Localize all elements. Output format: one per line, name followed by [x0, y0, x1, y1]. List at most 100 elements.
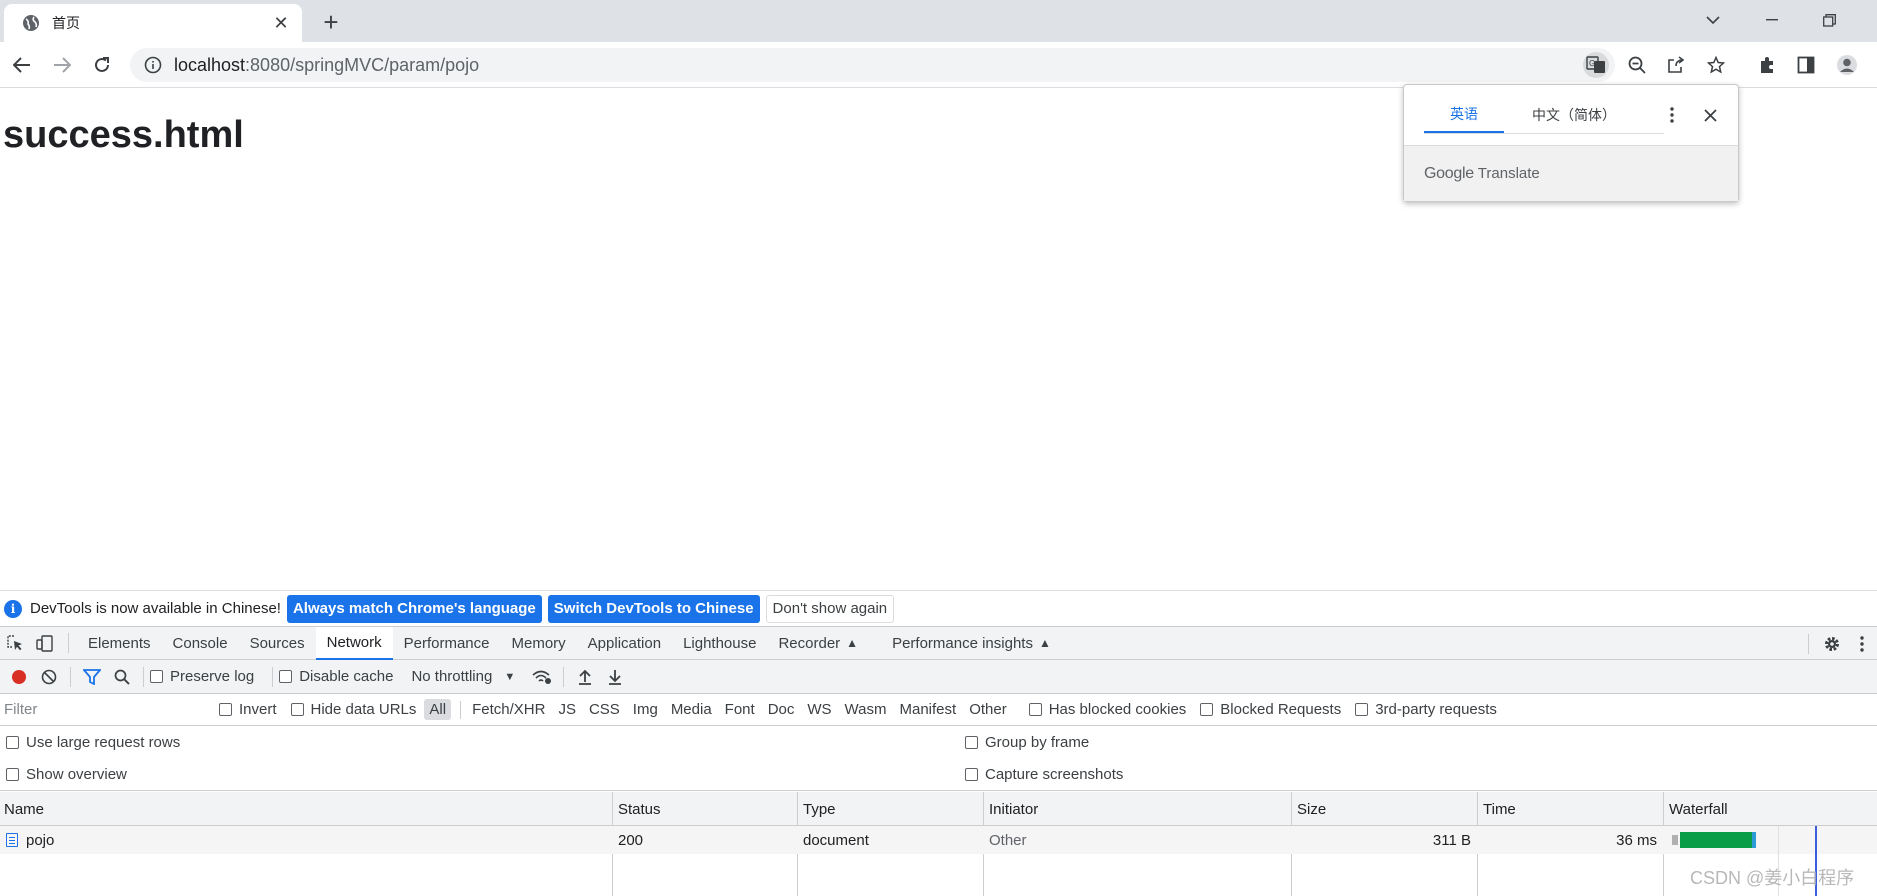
tab-network[interactable]: Network: [315, 626, 393, 660]
has-blocked-cookies-checkbox[interactable]: Has blocked cookies: [1028, 701, 1186, 718]
checkbox-box[interactable]: [6, 768, 19, 781]
preserve-log-checkbox[interactable]: Preserve log: [150, 668, 254, 685]
minimize-icon[interactable]: [1757, 6, 1787, 34]
row-size-cell: 311 B: [1432, 831, 1471, 849]
more-vertical-icon[interactable]: [1660, 103, 1684, 127]
tab-close-icon[interactable]: ✕: [272, 13, 290, 33]
tab-application[interactable]: Application: [577, 627, 672, 660]
toolbar-separator: [1808, 633, 1809, 654]
back-icon[interactable]: [8, 51, 36, 79]
checkbox-box[interactable]: [1200, 703, 1214, 716]
reload-icon[interactable]: [88, 51, 116, 79]
browser-tab-strip: 首页 ✕ +: [0, 0, 1877, 42]
type-filter-js[interactable]: JS: [553, 699, 581, 720]
bookmark-star-icon[interactable]: [1703, 52, 1729, 78]
restore-icon[interactable]: [1814, 6, 1844, 34]
type-filter-other[interactable]: Other: [964, 699, 1012, 720]
dont-show-again-button[interactable]: Don't show again: [765, 594, 895, 623]
tab-recorder[interactable]: Recorder ▲: [767, 627, 869, 660]
share-icon[interactable]: [1663, 52, 1689, 78]
import-har-icon[interactable]: [570, 662, 600, 692]
tab-lighthouse[interactable]: Lighthouse: [672, 627, 767, 660]
side-panel-icon[interactable]: [1792, 51, 1820, 79]
table-row[interactable]: pojo 200 document Other 311 B 36 ms: [0, 826, 1877, 854]
hide-data-urls-checkbox[interactable]: Hide data URLs: [290, 701, 416, 718]
waterfall-queue-bar: [1672, 835, 1678, 845]
checkbox-box[interactable]: [1028, 703, 1042, 716]
capture-screenshots-checkbox[interactable]: Capture screenshots: [965, 766, 1123, 783]
tab-console[interactable]: Console: [162, 627, 239, 660]
type-filter-all[interactable]: All: [424, 699, 452, 720]
profile-avatar-icon[interactable]: [1833, 51, 1861, 79]
extensions-icon[interactable]: [1753, 51, 1781, 79]
checkbox-box[interactable]: [1355, 703, 1369, 716]
tab-sources[interactable]: Sources: [239, 627, 316, 660]
large-request-rows-checkbox[interactable]: Use large request rows: [6, 734, 180, 751]
zoom-out-icon[interactable]: [1624, 52, 1650, 78]
settings-gear-icon[interactable]: [1817, 628, 1847, 660]
column-header-name[interactable]: Name: [0, 792, 44, 826]
devtools-menu-icon[interactable]: [1847, 628, 1877, 660]
column-header-size[interactable]: Size: [1293, 792, 1326, 826]
new-tab-icon[interactable]: +: [318, 7, 344, 37]
third-party-requests-checkbox[interactable]: 3rd-party requests: [1355, 701, 1497, 718]
type-filter-css[interactable]: CSS: [584, 699, 625, 720]
type-filter-ws[interactable]: WS: [802, 699, 836, 720]
network-conditions-icon[interactable]: [527, 662, 557, 692]
column-header-initiator[interactable]: Initiator: [985, 792, 1038, 826]
tab-search-chevron-icon[interactable]: [1698, 6, 1728, 34]
column-header-time[interactable]: Time: [1479, 792, 1516, 826]
filter-funnel-icon[interactable]: [77, 662, 107, 692]
switch-to-chinese-button[interactable]: Switch DevTools to Chinese: [547, 594, 760, 623]
large-request-rows-label: Use large request rows: [26, 734, 181, 751]
checkbox-box[interactable]: [965, 736, 978, 749]
type-filter-doc[interactable]: Doc: [763, 699, 800, 720]
type-filter-manifest[interactable]: Manifest: [895, 699, 962, 720]
checkbox-box[interactable]: [219, 703, 232, 716]
checkbox-box[interactable]: [965, 768, 978, 781]
google-translate-brand: Google Translate: [1404, 145, 1738, 201]
translate-tab-target[interactable]: 中文（简体）: [1504, 97, 1644, 133]
type-filter-font[interactable]: Font: [720, 699, 760, 720]
record-icon[interactable]: [4, 662, 34, 692]
export-har-icon[interactable]: [600, 662, 630, 692]
invert-checkbox[interactable]: Invert: [219, 701, 277, 718]
checkbox-box[interactable]: [279, 670, 293, 683]
tab-performance-insights[interactable]: Performance insights ▲: [881, 627, 1062, 660]
translate-icon[interactable]: G: [1583, 52, 1609, 78]
browser-tab[interactable]: 首页 ✕: [4, 4, 302, 42]
waterfall-timing-bar[interactable]: [1680, 832, 1752, 848]
show-overview-checkbox[interactable]: Show overview: [6, 766, 127, 783]
filter-input[interactable]: Filter: [0, 695, 205, 724]
column-header-status[interactable]: Status: [614, 792, 661, 826]
disable-cache-checkbox[interactable]: Disable cache: [279, 668, 393, 685]
row-name-cell[interactable]: pojo: [0, 826, 54, 854]
tab-memory[interactable]: Memory: [501, 627, 577, 660]
table-header: Name Status Type Initiator Size Time Wat…: [0, 792, 1877, 826]
site-info-icon[interactable]: [144, 56, 162, 74]
type-filter-wasm[interactable]: Wasm: [840, 699, 892, 720]
type-filter-media[interactable]: Media: [666, 699, 717, 720]
blocked-requests-checkbox[interactable]: Blocked Requests: [1200, 701, 1341, 718]
search-icon[interactable]: [107, 662, 137, 692]
checkbox-box[interactable]: [150, 670, 163, 683]
device-toolbar-icon[interactable]: [30, 627, 60, 659]
group-by-frame-checkbox[interactable]: Group by frame: [965, 734, 1089, 751]
checkbox-box[interactable]: [290, 703, 304, 716]
tab-performance[interactable]: Performance: [393, 627, 501, 660]
column-header-waterfall[interactable]: Waterfall: [1665, 792, 1728, 826]
type-filter-fetch-xhr[interactable]: Fetch/XHR: [467, 699, 550, 720]
translate-tab-source[interactable]: 英语: [1424, 97, 1504, 133]
tab-elements[interactable]: Elements: [77, 627, 162, 660]
always-match-language-button[interactable]: Always match Chrome's language: [286, 594, 542, 623]
inspect-element-icon[interactable]: [0, 627, 30, 659]
forward-icon[interactable]: [48, 51, 76, 79]
translate-close-icon[interactable]: [1698, 103, 1722, 127]
clear-icon[interactable]: [34, 662, 64, 692]
type-filter-img[interactable]: Img: [628, 699, 663, 720]
throttling-select[interactable]: No throttling ▼: [411, 668, 515, 685]
url-text[interactable]: localhost:8080/springMVC/param/pojo: [174, 55, 479, 76]
checkbox-box[interactable]: [6, 736, 19, 749]
address-bar[interactable]: localhost:8080/springMVC/param/pojo: [130, 48, 1615, 82]
column-header-type[interactable]: Type: [799, 792, 836, 826]
